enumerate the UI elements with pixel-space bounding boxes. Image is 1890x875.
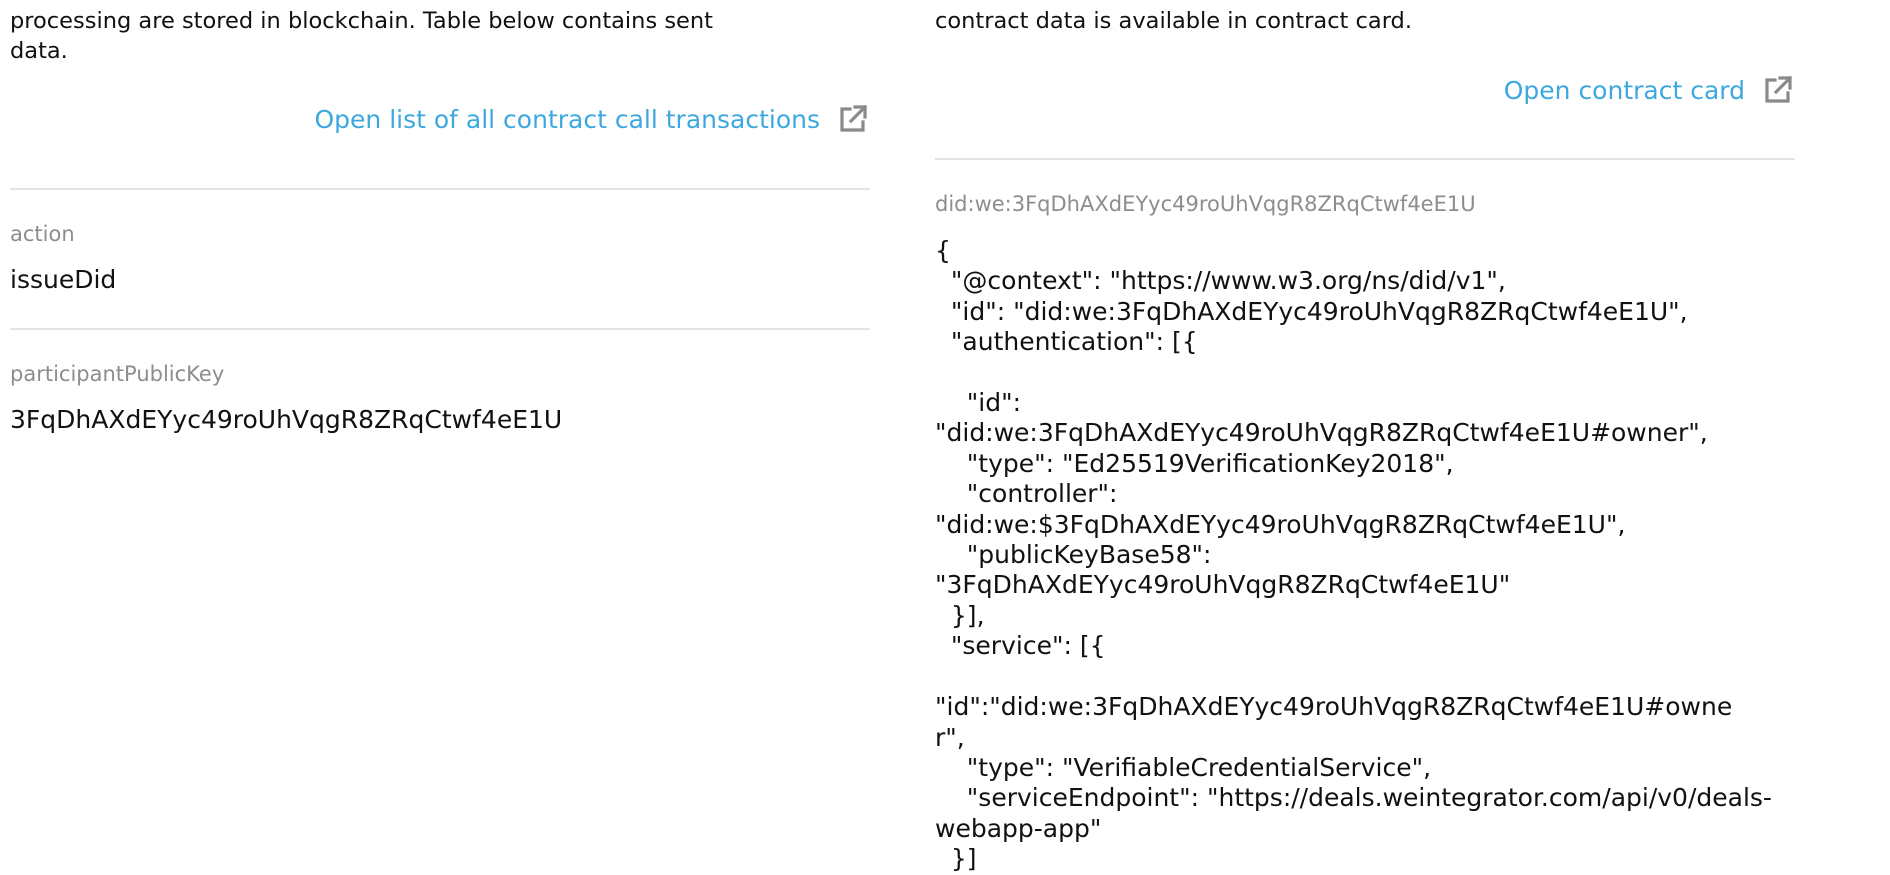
divider [10,188,870,190]
did-document-json: { "@context": "https://www.w3.org/ns/did… [935,236,1772,874]
open-contract-call-transactions-link[interactable]: Open list of all contract call transacti… [10,102,870,136]
transaction-intro-text: processing are stored in blockchain. Tab… [10,8,713,64]
did-label: did:we:3FqDhAXdEYyc49roUhVqgR8ZRqCtwf4eE… [935,192,1476,216]
open-contract-call-transactions-label: Open list of all contract call transacti… [314,104,820,134]
open-contract-card-label: Open contract card [1503,75,1745,105]
open-contract-card-link[interactable]: Open contract card [939,73,1795,107]
field-label-participant-public-key: participantPublicKey [10,362,225,386]
external-link-icon [1761,73,1795,107]
field-label-action: action [10,222,75,246]
field-value-participant-public-key: 3FqDhAXdEYyc49roUhVqgR8ZRqCtwf4eE1U [10,405,563,434]
external-link-icon [836,102,870,136]
divider [935,158,1795,160]
contract-intro-text: contract data is available in contract c… [935,8,1412,34]
divider [10,328,870,330]
field-value-action: issueDid [10,265,117,294]
